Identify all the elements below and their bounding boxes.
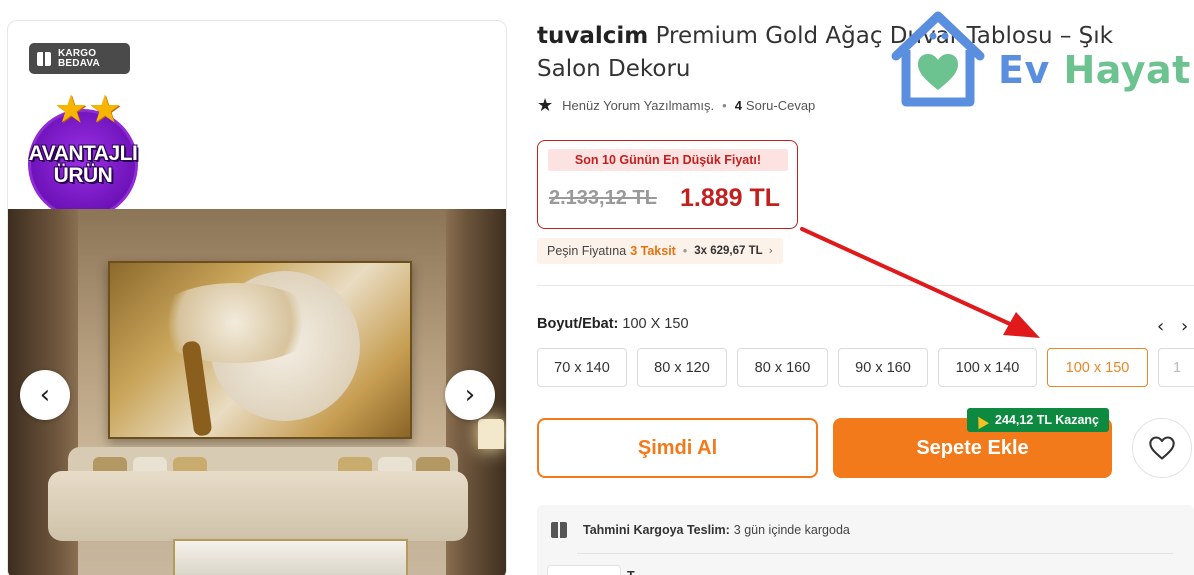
party-popper-icon xyxy=(975,413,989,427)
size-option-selected[interactable]: 100 x 150 xyxy=(1047,348,1148,387)
size-option[interactable]: 90 x 160 xyxy=(838,348,928,387)
delivery-next-row-text: T xyxy=(627,569,635,575)
old-price: 2.133,12 TL xyxy=(549,187,657,209)
star-icon: ★ xyxy=(88,89,123,131)
meta-separator: • xyxy=(722,97,727,113)
size-label: Boyut/Ebat: 100 X 150 xyxy=(537,316,689,332)
qa-count[interactable]: 4 xyxy=(735,98,742,113)
delivery-label: Tahmini Kargoya Teslim: xyxy=(583,523,730,537)
delivery-value: 3 gün içinde kargoda xyxy=(733,523,850,537)
favorite-button[interactable] xyxy=(1132,418,1192,478)
current-price: 1.889 TL xyxy=(680,184,781,212)
product-meta: ★ Henüz Yorum Yazılmamış. • 4 Soru-Cevap xyxy=(537,96,815,114)
installment-info[interactable]: Peşin Fiyatına 3 Taksit • 3x 629,67 TL › xyxy=(537,238,784,264)
chevron-right-icon: › xyxy=(768,244,774,257)
star-icon: ★ xyxy=(537,95,554,115)
wall-painting xyxy=(108,261,412,439)
free-shipping-line2: BEDAVA xyxy=(58,57,100,69)
advantage-line1: AVANTAJLI xyxy=(28,142,138,165)
installment-calc: 3x 629,67 TL xyxy=(694,245,763,257)
installment-separator: • xyxy=(682,244,688,258)
delivery-divider xyxy=(577,553,1173,554)
ev-hayati-logo: Ev Hayatı xyxy=(888,10,1194,110)
gallery-next-button[interactable]: › xyxy=(445,370,495,420)
painting-foliage xyxy=(150,283,320,363)
gallery-prev-button[interactable]: ‹ xyxy=(20,370,70,420)
logo-text: Ev Hayatı xyxy=(998,48,1194,92)
package-icon xyxy=(37,51,51,66)
product-image[interactable] xyxy=(8,209,506,575)
logo-text-ev: Ev xyxy=(998,48,1050,92)
chevron-left-icon[interactable]: ‹ xyxy=(1157,316,1164,337)
delivery-chip[interactable] xyxy=(547,565,621,575)
price-box: Son 10 Günün En Düşük Fiyatı! 2.133,12 T… xyxy=(537,140,798,229)
gain-badge-text: 244,12 TL Kazanç xyxy=(995,413,1099,427)
product-gallery: KARGO BEDAVA ★ ★ AVANTAJLI ÜRÜN ‹ › xyxy=(7,20,507,575)
buy-now-button[interactable]: Şimdi Al xyxy=(537,418,818,478)
installment-prefix: Peşin Fiyatına xyxy=(547,244,627,258)
gain-badge: 244,12 TL Kazanç xyxy=(967,408,1109,432)
size-option[interactable]: 1 xyxy=(1158,348,1194,387)
logo-text-hayati: Hayatı xyxy=(1063,48,1194,92)
installment-highlight: 3 Taksit xyxy=(630,244,676,258)
heart-icon xyxy=(1149,436,1175,460)
advantage-product-badge: ★ ★ AVANTAJLI ÜRÜN xyxy=(20,89,146,219)
coffee-table xyxy=(173,539,408,575)
section-divider xyxy=(537,285,1194,286)
delivery-row: Tahmini Kargoya Teslim: 3 gün içinde kar… xyxy=(551,522,850,538)
free-shipping-badge: KARGO BEDAVA xyxy=(29,43,130,74)
lowest-price-label: Son 10 Günün En Düşük Fiyatı! xyxy=(548,149,788,171)
star-icon: ★ xyxy=(54,89,89,131)
house-heart-icon xyxy=(891,11,985,107)
package-icon xyxy=(551,522,567,538)
product-brand[interactable]: tuvalcim xyxy=(537,23,648,49)
chevron-right-icon[interactable]: › xyxy=(1181,316,1188,337)
lamp xyxy=(478,419,504,449)
size-option[interactable]: 80 x 160 xyxy=(737,348,828,387)
size-selected-value: 100 X 150 xyxy=(622,316,689,332)
chevron-right-icon: › xyxy=(464,380,476,410)
sofa xyxy=(48,471,468,541)
size-label-title: Boyut/Ebat: xyxy=(537,316,619,332)
size-option[interactable]: 80 x 120 xyxy=(637,348,727,387)
advantage-line2: ÜRÜN xyxy=(53,164,113,187)
size-option[interactable]: 100 x 140 xyxy=(938,348,1037,387)
rating-text[interactable]: Henüz Yorum Yazılmamış. xyxy=(562,98,714,113)
delivery-card: Tahmini Kargoya Teslim: 3 gün içinde kar… xyxy=(537,505,1194,575)
qa-label[interactable]: Soru-Cevap xyxy=(746,98,815,113)
chevron-left-icon: ‹ xyxy=(39,380,51,410)
size-option[interactable]: 70 x 140 xyxy=(537,348,627,387)
